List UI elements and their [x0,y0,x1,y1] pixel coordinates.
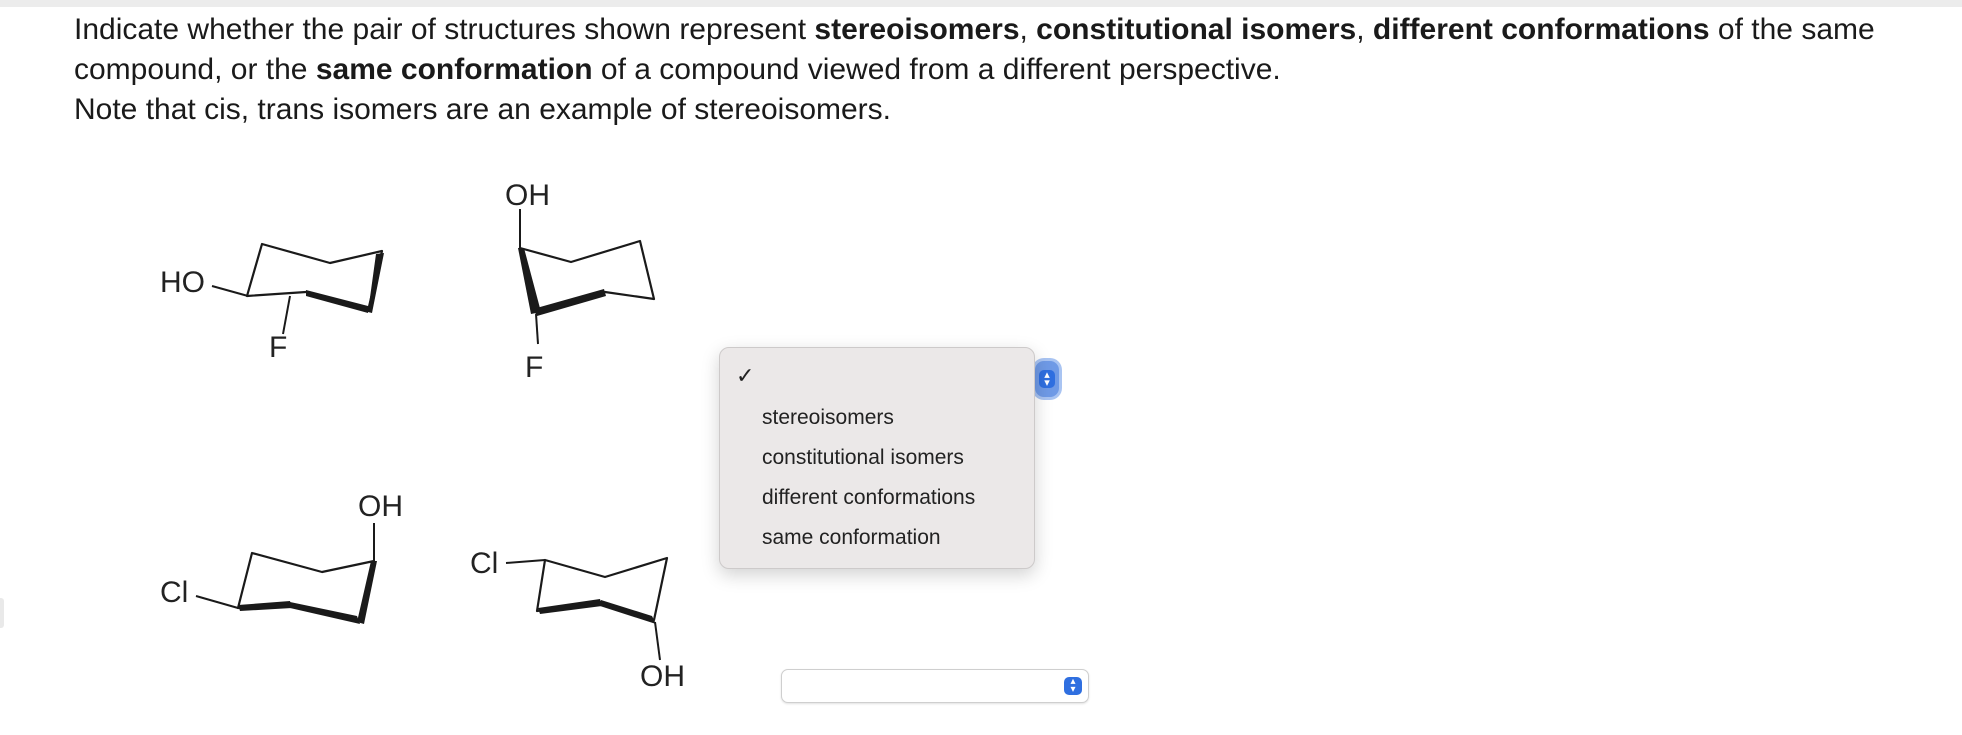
substituent-label: OH [640,660,685,693]
substituent-label: Cl [470,547,498,580]
up-down-chevron-icon: ▴ ▾ [1064,677,1082,695]
checkmark-icon: ✓ [736,363,755,388]
substituent-label: F [269,331,287,364]
option-different-conformations[interactable]: different conformations [762,480,975,516]
wedge-bond [357,561,377,624]
cyclohexane-ring [245,242,384,313]
bond [654,621,661,661]
answer-select-1[interactable]: ▴ ▾ [1035,361,1059,397]
bond [535,313,539,345]
wedge-bond [533,289,606,316]
structure-pair2-right: Cl OH [470,547,685,693]
wedge-bond [518,248,541,314]
substituent-label: HO [160,266,205,299]
substituent-label: Cl [160,576,188,609]
wedge-bond [368,253,384,313]
structure-pair1-right: OH F [505,179,656,384]
substituent-label: F [525,351,543,384]
left-edge-tab [0,598,4,628]
wedge-bond [538,599,602,614]
structure-pair1-left: HO F [160,242,384,364]
substituent-label: OH [505,179,550,212]
up-down-chevron-icon: ▴ ▾ [1039,370,1055,389]
answer-select-1-menu[interactable]: ✓ stereoisomers constitutional isomers d… [719,347,1035,569]
bond [282,295,291,335]
bond [505,559,546,564]
bond [211,285,249,297]
bond [195,595,239,609]
option-stereoisomers[interactable]: stereoisomers [762,400,894,436]
structure-pair2-left: Cl OH [160,490,403,624]
answer-select-2[interactable]: ▴ ▾ [781,669,1089,703]
wedge-bond [306,290,368,313]
option-constitutional-isomers[interactable]: constitutional isomers [762,440,964,476]
wedge-bond [600,600,656,624]
wedge-bond [238,601,292,611]
substituent-label: OH [358,490,403,523]
option-same-conformation[interactable]: same conformation [762,520,941,556]
wedge-bond [290,602,360,624]
